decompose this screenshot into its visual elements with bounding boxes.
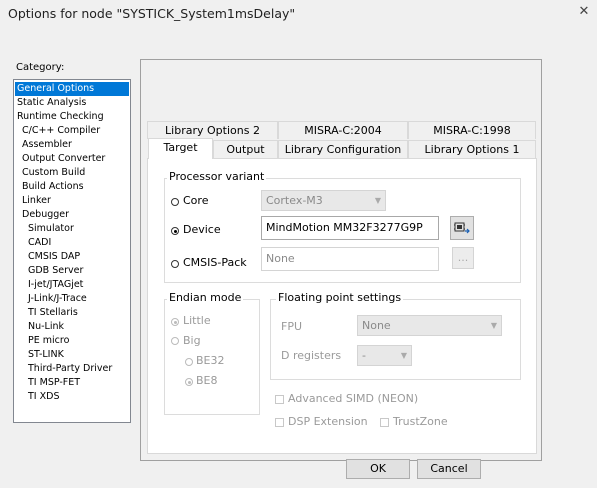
- cancel-button[interactable]: Cancel: [417, 459, 481, 479]
- category-item[interactable]: Nu-Link: [15, 320, 129, 334]
- dsp-extension-label: DSP Extension: [288, 415, 368, 428]
- big-label: Big: [183, 334, 201, 347]
- cmsis-pack-radio[interactable]: [171, 260, 179, 268]
- device-label: Device: [183, 223, 221, 236]
- category-item[interactable]: CADI: [15, 236, 129, 250]
- dsp-extension-checkbox[interactable]: [275, 418, 284, 427]
- device-field[interactable]: MindMotion MM32F3277G9P: [261, 216, 439, 240]
- be8-radio[interactable]: [185, 378, 193, 386]
- category-item[interactable]: CMSIS DAP: [15, 250, 129, 264]
- ok-button[interactable]: OK: [346, 459, 410, 479]
- window-title: Options for node "SYSTICK_System1msDelay…: [8, 6, 296, 21]
- category-item[interactable]: ST-LINK: [15, 348, 129, 362]
- tab-library-options-2[interactable]: Library Options 2: [147, 121, 278, 139]
- endian-mode-label: Endian mode: [167, 291, 244, 304]
- advanced-simd-label: Advanced SIMD (NEON): [288, 392, 419, 405]
- tab-output[interactable]: Output: [213, 140, 278, 158]
- chevron-down-icon: ▼: [374, 196, 381, 205]
- category-item[interactable]: Build Actions: [15, 180, 129, 194]
- floating-point-label: Floating point settings: [276, 291, 404, 304]
- advanced-simd-checkbox[interactable]: [275, 395, 284, 404]
- tab-target[interactable]: Target: [148, 138, 213, 159]
- be32-radio[interactable]: [185, 358, 193, 366]
- chevron-down-icon: ▼: [490, 321, 497, 330]
- category-item[interactable]: C/C++ Compiler: [15, 124, 129, 138]
- big-radio[interactable]: [171, 337, 179, 345]
- device-select-button[interactable]: [450, 216, 474, 240]
- category-item[interactable]: TI XDS: [15, 390, 129, 404]
- category-item[interactable]: Assembler: [15, 138, 129, 152]
- d-registers-select-value: -: [362, 349, 366, 362]
- little-label: Little: [183, 314, 211, 327]
- processor-variant-label: Processor variant: [167, 170, 267, 183]
- trustzone-label: TrustZone: [393, 415, 448, 428]
- category-item[interactable]: Third-Party Driver: [15, 362, 129, 376]
- core-radio[interactable]: [171, 198, 179, 206]
- d-registers-select[interactable]: - ▼: [357, 345, 412, 366]
- category-item[interactable]: Linker: [15, 194, 129, 208]
- category-label: Category:: [16, 62, 65, 73]
- category-item[interactable]: TI MSP-FET: [15, 376, 129, 390]
- tab-misra-c-1998[interactable]: MISRA-C:1998: [408, 121, 536, 139]
- fpu-select[interactable]: None ▼: [357, 315, 502, 336]
- chevron-down-icon: ▼: [400, 351, 407, 360]
- core-select-value: Cortex-M3: [266, 194, 323, 207]
- category-item[interactable]: I-jet/JTAGjet: [15, 278, 129, 292]
- tab-library-configuration[interactable]: Library Configuration: [278, 140, 408, 158]
- category-item[interactable]: PE micro: [15, 334, 129, 348]
- cmsis-pack-field[interactable]: None: [261, 247, 439, 271]
- category-item[interactable]: General Options: [15, 82, 129, 96]
- category-item[interactable]: TI Stellaris: [15, 306, 129, 320]
- close-icon[interactable]: ✕: [576, 4, 592, 20]
- fpu-label: FPU: [281, 320, 303, 333]
- category-item[interactable]: Debugger: [15, 208, 129, 222]
- category-item[interactable]: GDB Server: [15, 264, 129, 278]
- fpu-select-value: None: [362, 319, 391, 332]
- core-select[interactable]: Cortex-M3 ▼: [261, 190, 386, 211]
- little-radio[interactable]: [171, 318, 179, 326]
- trustzone-checkbox[interactable]: [380, 418, 389, 427]
- category-item[interactable]: Custom Build: [15, 166, 129, 180]
- device-select-icon: [454, 222, 470, 234]
- core-label: Core: [183, 194, 209, 207]
- tab-misra-c-2004[interactable]: MISRA-C:2004: [278, 121, 408, 139]
- tab-library-options-1[interactable]: Library Options 1: [408, 140, 536, 158]
- cmsis-pack-browse-button[interactable]: ...: [452, 247, 474, 269]
- category-item[interactable]: Simulator: [15, 222, 129, 236]
- category-item[interactable]: Output Converter: [15, 152, 129, 166]
- cmsis-pack-label: CMSIS-Pack: [183, 256, 247, 269]
- category-item[interactable]: Runtime Checking: [15, 110, 129, 124]
- be8-label: BE8: [196, 374, 218, 387]
- be32-label: BE32: [196, 354, 225, 367]
- category-list[interactable]: General Options Static Analysis Runtime Ch…: [13, 79, 131, 423]
- floating-point-group: [270, 299, 521, 380]
- category-item[interactable]: Static Analysis: [15, 96, 129, 110]
- device-radio[interactable]: [171, 227, 179, 235]
- category-item[interactable]: J-Link/J-Trace: [15, 292, 129, 306]
- d-registers-label: D registers: [281, 349, 342, 362]
